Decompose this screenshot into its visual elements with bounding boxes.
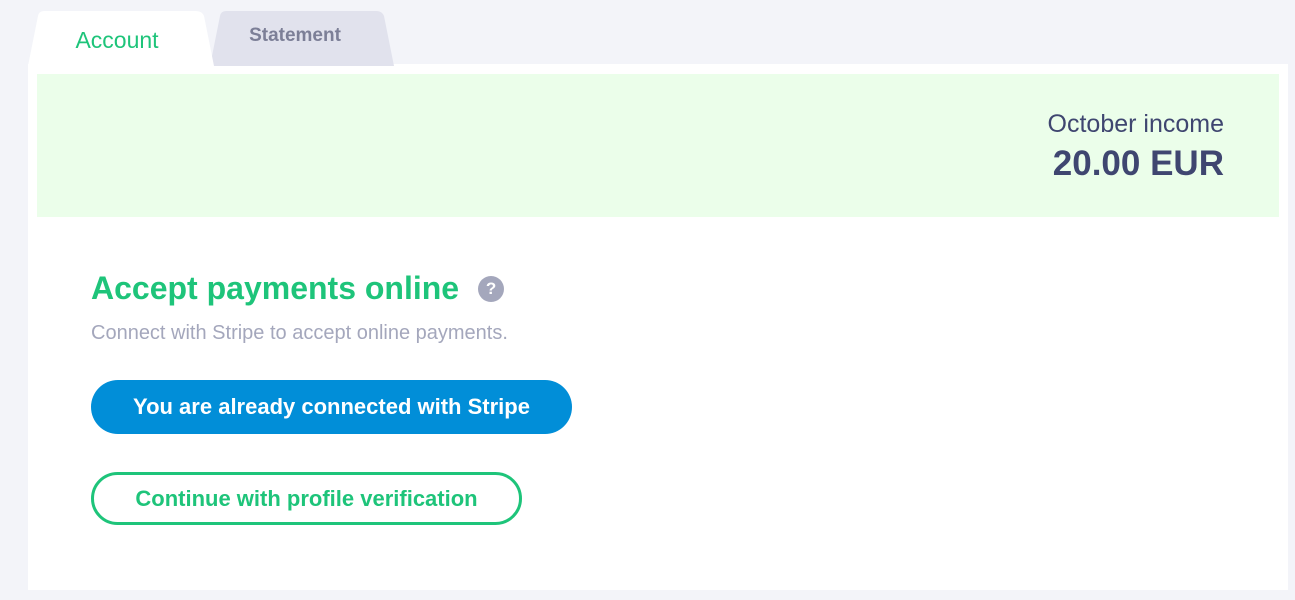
tab-bar: Statement Account xyxy=(28,10,428,66)
income-label: October income xyxy=(1047,110,1224,138)
tab-account[interactable]: Account xyxy=(28,10,216,66)
payments-title: Accept payments online xyxy=(91,270,460,306)
income-banner: October income 20.00 EUR xyxy=(37,74,1279,217)
tab-statement-label: Statement xyxy=(249,25,341,46)
help-icon[interactable]: ? xyxy=(478,275,505,302)
section-description: Connect with Stripe to accept online pay… xyxy=(91,322,508,344)
tab-account-label: Account xyxy=(75,26,159,53)
income-amount: 20.00 EUR xyxy=(1052,144,1224,183)
section-title: Accept payments online ? xyxy=(91,270,505,307)
account-panel: October income 20.00 EUR Accept payments… xyxy=(28,64,1288,590)
profile-verification-button[interactable]: Continue with profile verification xyxy=(91,472,522,525)
tab-statement[interactable]: Statement xyxy=(210,10,404,66)
stripe-connected-button[interactable]: You are already connected with Stripe xyxy=(91,380,572,434)
